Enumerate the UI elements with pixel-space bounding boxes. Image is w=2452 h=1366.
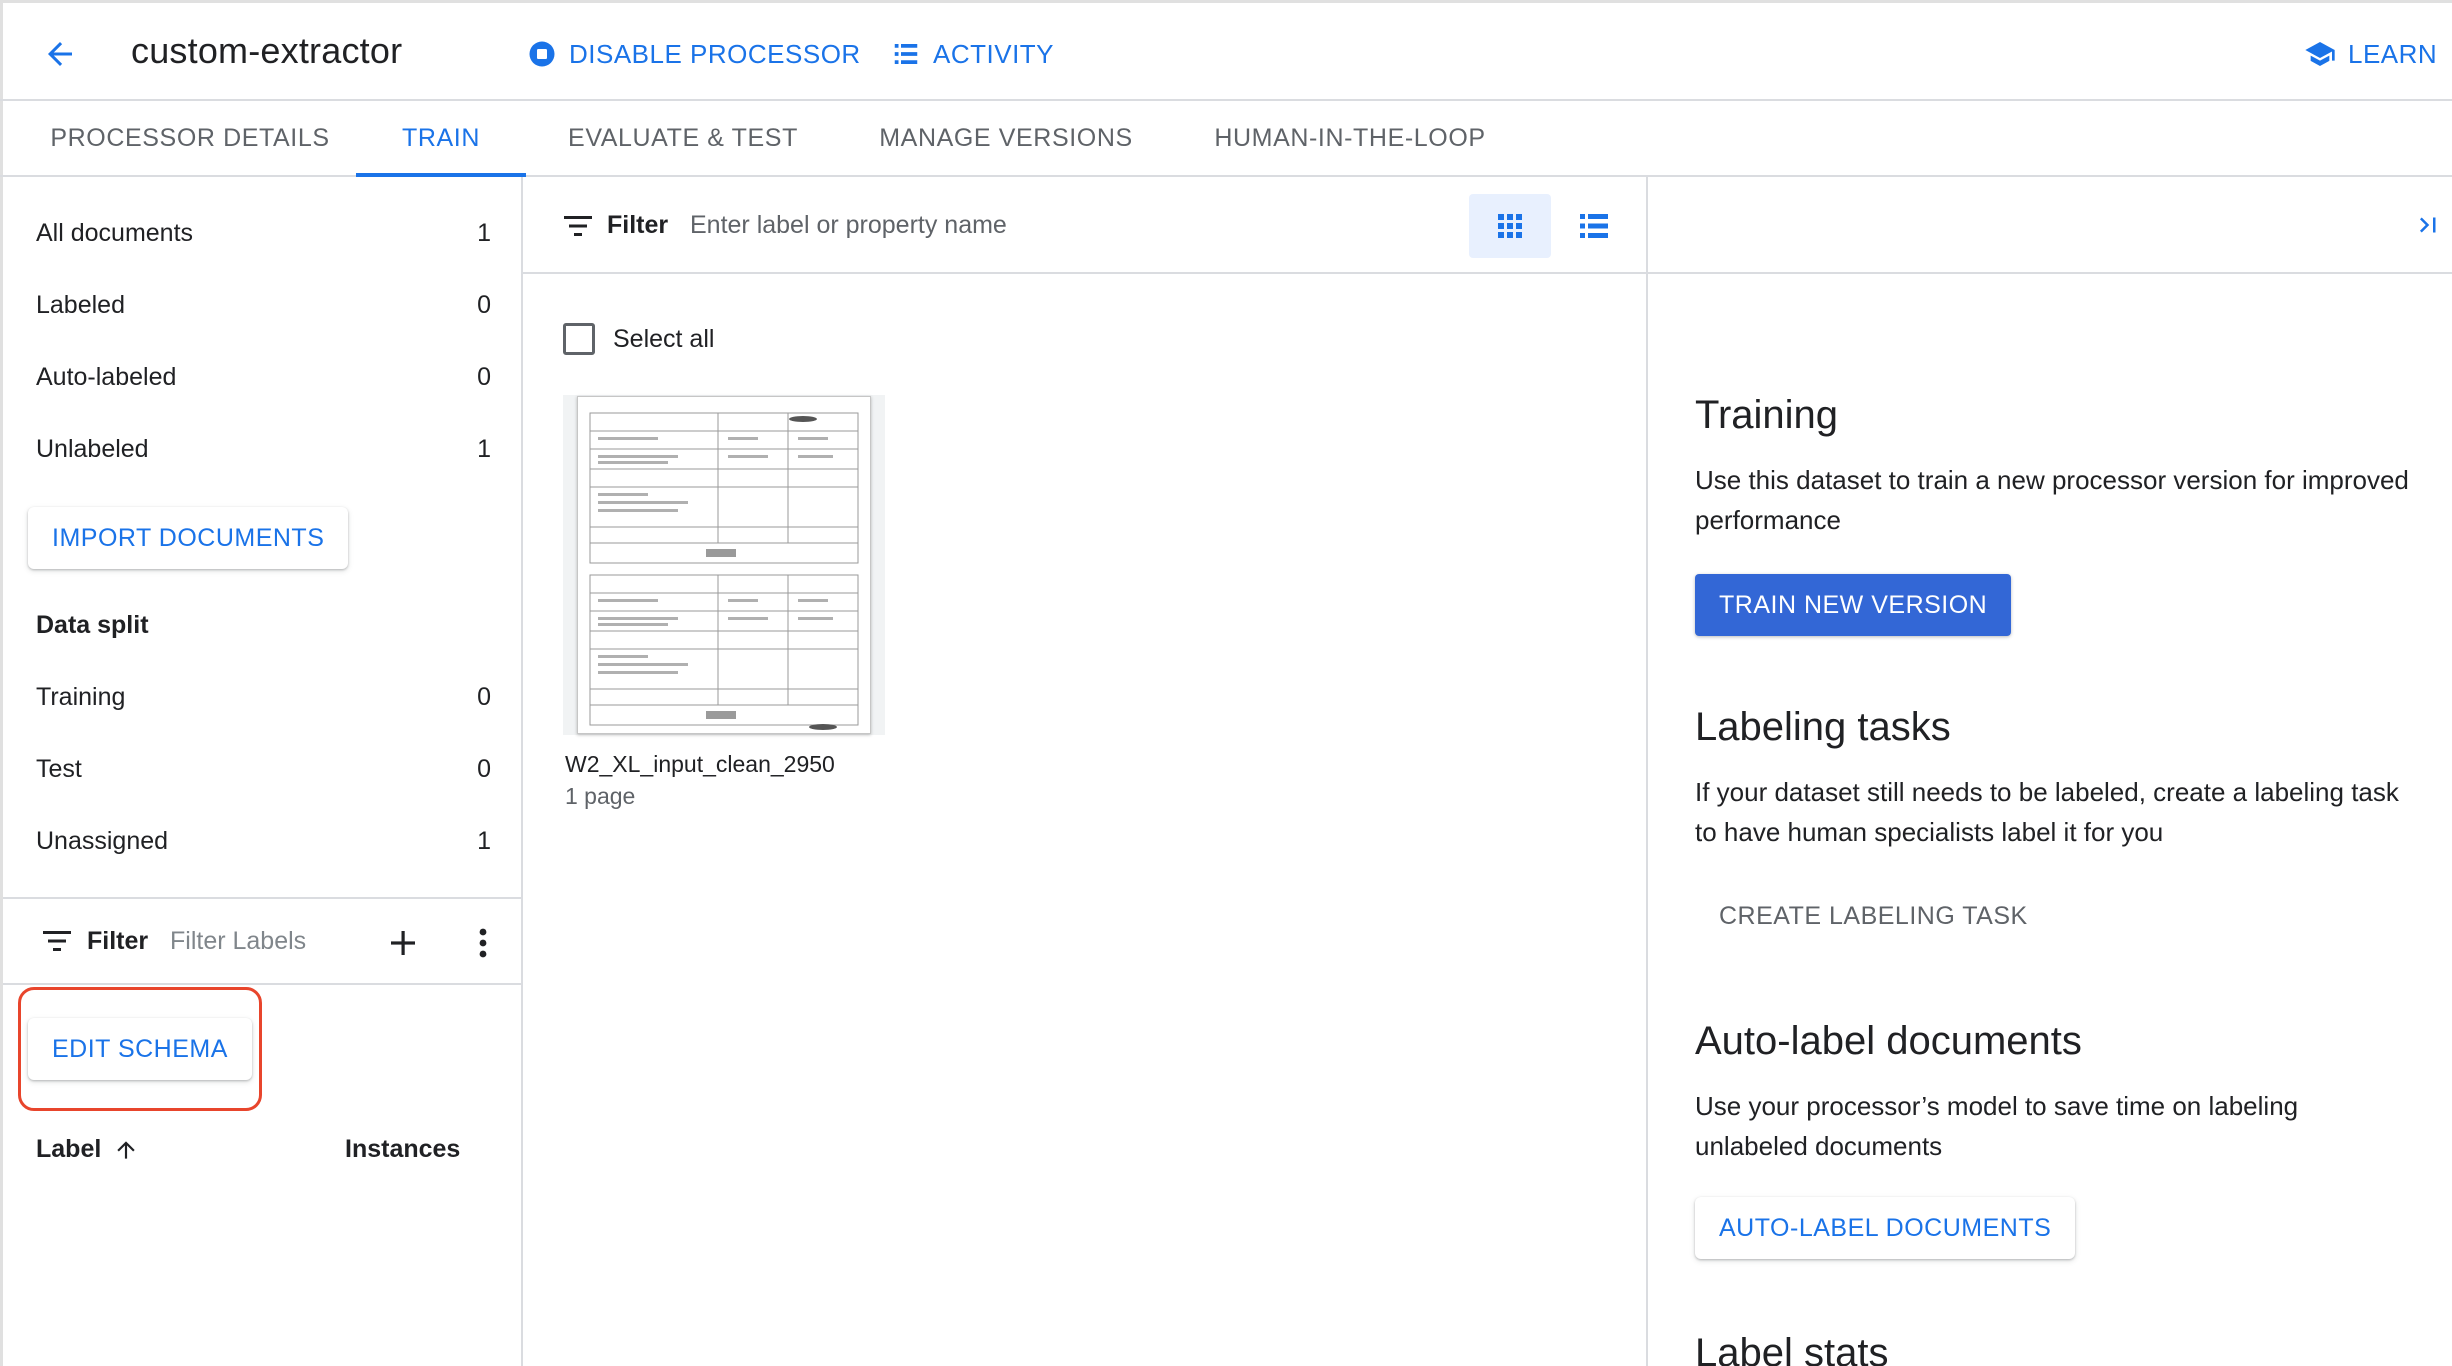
instances-column-title: Instances: [345, 1135, 461, 1163]
tab-manage-versions[interactable]: MANAGE VERSIONS: [864, 101, 1148, 175]
documents-panel: Filter Select all: [523, 177, 1648, 1366]
filter-icon: [564, 216, 592, 236]
processor-title: custom-extractor: [131, 30, 403, 71]
filter-label: Filter: [607, 211, 669, 239]
learn-label: LEARN: [2348, 38, 2438, 69]
training-title: Training: [1695, 393, 1839, 437]
plus-icon: [391, 931, 415, 955]
count-value: 1: [477, 218, 491, 247]
school-icon: [2305, 42, 2335, 66]
list-view-icon: [1580, 214, 1608, 238]
disable-processor-button[interactable]: DISABLE PROCESSOR: [527, 30, 861, 78]
document-preview: [577, 396, 871, 734]
processor-tabs: PROCESSOR DETAILS TRAIN EVALUATE & TEST …: [0, 101, 2452, 177]
tab-train[interactable]: TRAIN: [356, 101, 526, 177]
train-new-version-button[interactable]: TRAIN NEW VERSION: [1695, 574, 2012, 636]
arrow-upward-icon: [117, 1140, 135, 1159]
split-label: Unassigned: [36, 826, 169, 855]
actions-panel-header: [1648, 177, 2452, 274]
count-labeled[interactable]: Labeled 0: [3, 275, 523, 335]
filter-labels-input[interactable]: [170, 919, 370, 963]
add-label-button[interactable]: [383, 923, 423, 963]
label-column-header[interactable]: Label: [36, 1135, 139, 1164]
more-options-button[interactable]: [465, 923, 501, 963]
filter-icon: [43, 931, 71, 951]
count-label: Auto-labeled: [36, 362, 177, 391]
collapse-panel-button[interactable]: [2410, 207, 2446, 243]
app-header: custom-extractor DISABLE PROCESSOR ACTIV…: [0, 0, 2452, 101]
select-all-label: Select all: [613, 324, 715, 353]
count-unlabeled[interactable]: Unlabeled 1: [3, 419, 523, 479]
learn-button[interactable]: LEARN: [2304, 30, 2437, 78]
auto-label-description: Use your processor’s model to save time …: [1695, 1091, 2299, 1161]
documents-toolbar: Filter: [523, 177, 1648, 274]
label-column-title: Label: [36, 1135, 102, 1163]
split-value: 0: [477, 682, 491, 711]
edit-schema-button[interactable]: EDIT SCHEMA: [28, 1018, 252, 1080]
document-card[interactable]: W2_XL_input_clean_2950 1 page: [563, 395, 885, 815]
auto-label-documents-button[interactable]: AUTO-LABEL DOCUMENTS: [1695, 1197, 2076, 1259]
create-labeling-task-button[interactable]: CREATE LABELING TASK: [1695, 885, 2052, 947]
filter-label: Filter: [87, 927, 149, 955]
training-description: Use this dataset to train a new processo…: [1695, 465, 2409, 535]
tab-human-in-the-loop[interactable]: HUMAN-IN-THE-LOOP: [1200, 101, 1500, 175]
stop-circle-icon: [529, 41, 555, 67]
tab-processor-details[interactable]: PROCESSOR DETAILS: [22, 101, 358, 175]
auto-label-title: Auto-label documents: [1695, 1019, 2082, 1063]
list-icon: [894, 44, 918, 64]
count-value: 0: [477, 362, 491, 391]
select-all-checkbox[interactable]: [563, 323, 595, 355]
count-all-documents[interactable]: All documents 1: [3, 203, 523, 263]
last-page-icon: [2419, 217, 2436, 233]
count-value: 1: [477, 434, 491, 463]
count-auto-labeled[interactable]: Auto-labeled 0: [3, 347, 523, 407]
split-value: 1: [477, 826, 491, 855]
select-all-control[interactable]: Select all: [563, 323, 714, 355]
split-training[interactable]: Training 0: [3, 667, 523, 727]
grid-view-icon: [1498, 214, 1522, 238]
document-filter-input[interactable]: [690, 203, 1250, 247]
label-filter-bar: Filter: [3, 897, 523, 985]
count-label: Unlabeled: [36, 434, 149, 463]
labeling-tasks-description: If your dataset still needs to be labele…: [1695, 777, 2399, 847]
split-label: Test: [36, 754, 82, 783]
disable-processor-label: DISABLE PROCESSOR: [569, 38, 861, 69]
data-split-title: Data split: [36, 611, 149, 639]
count-value: 0: [477, 290, 491, 319]
document-page-count: 1 page: [565, 783, 636, 809]
split-test[interactable]: Test 0: [3, 739, 523, 799]
document-name: W2_XL_input_clean_2950: [565, 751, 835, 777]
actions-panel: Training Use this dataset to train a new…: [1648, 177, 2452, 1366]
more-vert-icon: [479, 928, 487, 958]
arrow-back-icon: [48, 42, 72, 66]
list-view-button[interactable]: [1553, 194, 1635, 258]
dataset-sidebar: All documents 1 Labeled 0 Auto-labeled 0…: [3, 177, 523, 1366]
count-label: Labeled: [36, 290, 125, 319]
activity-button[interactable]: ACTIVITY: [891, 30, 1054, 78]
w2-form-preview: [589, 412, 859, 730]
split-value: 0: [477, 754, 491, 783]
split-unassigned[interactable]: Unassigned 1: [3, 811, 523, 871]
instances-column-header[interactable]: Instances: [345, 1135, 460, 1164]
tab-evaluate-test[interactable]: EVALUATE & TEST: [548, 101, 818, 175]
labeling-tasks-title: Labeling tasks: [1695, 705, 1951, 749]
back-button[interactable]: [36, 30, 84, 78]
label-stats-title: Label stats: [1695, 1331, 1889, 1366]
activity-label: ACTIVITY: [933, 38, 1055, 69]
count-label: All documents: [36, 218, 194, 247]
split-label: Training: [36, 682, 126, 711]
grid-view-button[interactable]: [1469, 194, 1551, 258]
document-thumbnail: [563, 395, 885, 735]
import-documents-button[interactable]: IMPORT DOCUMENTS: [28, 507, 349, 569]
